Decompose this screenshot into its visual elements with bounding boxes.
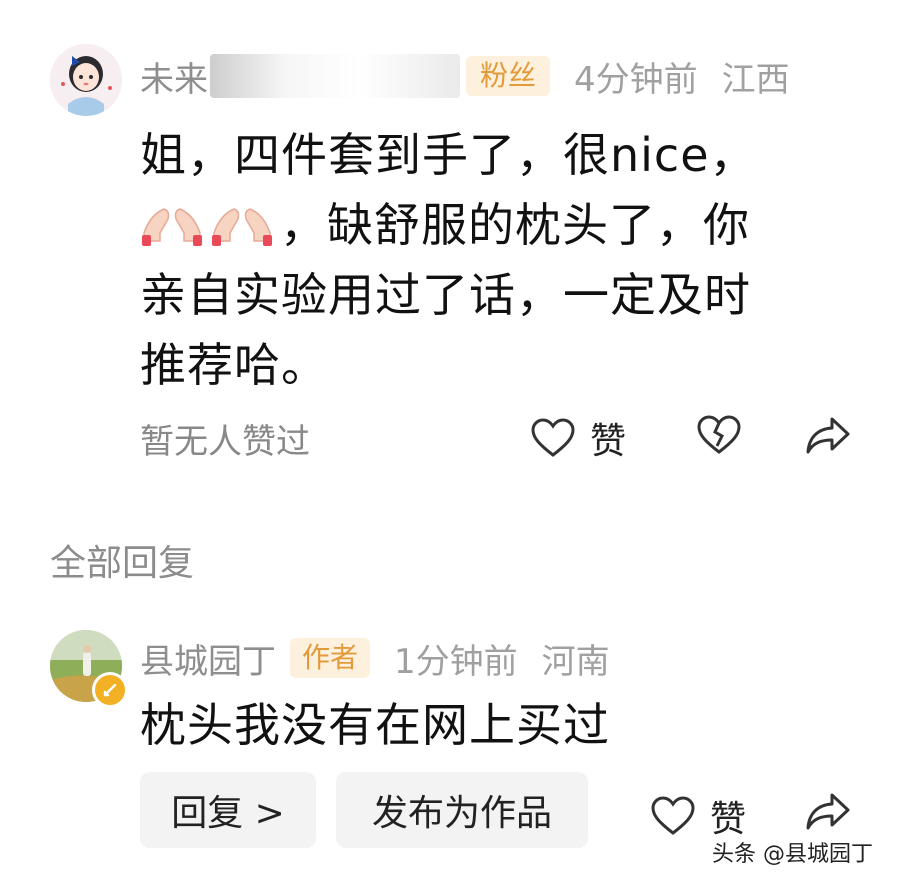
verified-badge-icon [92, 672, 128, 708]
username[interactable]: 未来 [140, 52, 208, 101]
reply-time: 1分钟前 [394, 641, 518, 682]
comment-text-line: 推荐哈。 [140, 338, 328, 392]
like-label: 赞 [590, 421, 627, 462]
comment-text-line: 姐，四件套到手了，很nice， [140, 128, 757, 182]
broken-heart-icon [697, 415, 741, 454]
clapping-hands-emoji [140, 196, 204, 246]
share-button[interactable] [804, 414, 852, 456]
heart-icon [531, 418, 575, 457]
reply-like-label: 赞 [710, 799, 747, 840]
user-avatar[interactable] [50, 44, 122, 116]
reply-button[interactable]: 回复 > [140, 772, 316, 848]
share-arrow-icon [806, 417, 850, 454]
reply-text: 枕头我没有在网上买过 [140, 698, 610, 752]
comment-thread: 未来 粉丝 4分钟前 江西 姐，四件套到手了，很nice， ，缺舒服的枕头了，你… [0, 0, 899, 880]
all-replies-header: 全部回复 [50, 543, 195, 584]
publish-as-work-button[interactable]: 发布为作品 [336, 772, 588, 848]
reply-location: 河南 [541, 641, 610, 682]
comment-text: 姐，四件套到手了，很nice， ，缺舒服的枕头了，你 亲自实验用过了话，一定及时 [140, 120, 840, 400]
reply-username[interactable]: 县城园丁 [140, 634, 276, 683]
heart-icon [651, 796, 695, 835]
fan-badge: 粉丝 [466, 56, 551, 96]
avatar-girl-image [50, 44, 122, 116]
comment-text-segment: ，缺舒服的枕头了，你 [280, 198, 750, 252]
share-arrow-icon [806, 793, 850, 830]
author-badge: 作者 [290, 638, 371, 678]
clapping-hands-emoji [210, 196, 274, 246]
reply-share-button[interactable] [804, 790, 852, 832]
dislike-button[interactable] [696, 414, 742, 456]
comment-text-line: ，缺舒服的枕头了，你 [140, 190, 840, 260]
watermark: 头条 @县城园丁 [712, 842, 873, 867]
comment-text-line: 亲自实验用过了话，一定及时 [140, 268, 751, 322]
comment-location: 江西 [721, 59, 790, 100]
blurred-username-mask [210, 54, 460, 98]
like-button[interactable]: 赞 [530, 412, 626, 464]
reply-like-button[interactable]: 赞 [650, 790, 746, 842]
comment-actions: 暂无人赞过 赞 [140, 408, 860, 468]
likes-status: 暂无人赞过 [140, 422, 310, 462]
reply-header: 县城园丁 作者 1分钟前 河南 [140, 632, 610, 684]
comment-time: 4分钟前 [574, 59, 698, 100]
comment-header: 未来 粉丝 4分钟前 江西 [140, 50, 790, 102]
